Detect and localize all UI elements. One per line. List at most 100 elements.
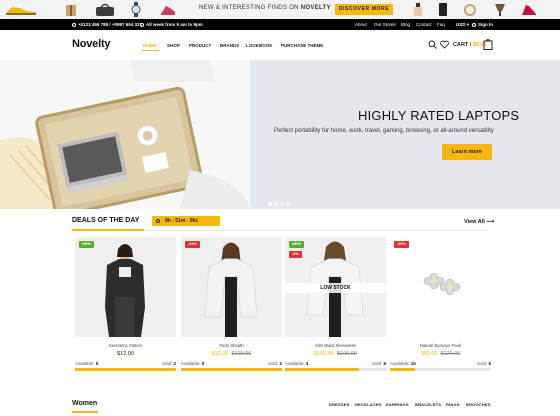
sign-in-link[interactable]: Sign In xyxy=(472,22,493,27)
available-count: Available: 15 xyxy=(390,361,416,366)
tab-earrings[interactable]: EARRINGS xyxy=(386,402,409,407)
product-old-price: $120.00 xyxy=(231,351,252,357)
product-old-price: $120.00 xyxy=(440,351,461,357)
slider-dot-3[interactable] xyxy=(280,202,284,206)
discover-more-button[interactable]: DISCOVER MORE xyxy=(335,4,393,15)
product-old-price: $190.00 xyxy=(337,351,357,357)
nav-active-indicator xyxy=(142,50,159,51)
product-card[interactable]: NEW Geometric Pattern $12.00 Available: … xyxy=(75,237,176,372)
product-current-price: $12.00 xyxy=(211,351,229,357)
sign-in-label: Sign In xyxy=(478,22,493,27)
sold-value: 2 xyxy=(279,361,282,366)
nav-item-home[interactable]: HOME xyxy=(143,43,157,48)
product-name[interactable]: Party Sheath xyxy=(181,343,282,348)
product-price: $12.00 $120.00 xyxy=(181,351,282,357)
topbar-link-about[interactable]: About xyxy=(355,22,367,27)
available-value: 3 xyxy=(305,361,309,366)
arrow-right-icon: ⟶ xyxy=(486,219,495,225)
nav-item-product[interactable]: PRODUCT xyxy=(189,43,211,48)
new-badge: NEW xyxy=(79,241,94,248)
available-label: Available: xyxy=(181,361,201,366)
deal-timer-value: 9h : 51m : 06s xyxy=(165,218,199,224)
clock-icon xyxy=(140,22,144,27)
topbar-link-stores[interactable]: Our Stores xyxy=(374,22,396,27)
sold-value: 2 xyxy=(173,361,176,366)
available-value: 15 xyxy=(410,361,416,366)
slider-dot-1[interactable] xyxy=(268,202,272,206)
sold-count: Sold: 5 xyxy=(477,361,491,366)
nav-item-lookbook[interactable]: LOOKBOOK xyxy=(246,43,273,48)
product-image[interactable]: NEW -8% LOW STOCK xyxy=(285,237,386,337)
product-image[interactable]: -50% xyxy=(390,237,491,337)
woman-white-cape-image xyxy=(204,242,258,337)
shoe-image xyxy=(161,6,175,15)
tab-brooches[interactable]: BROOCHES xyxy=(466,402,491,407)
product-image[interactable]: -54% xyxy=(181,237,282,337)
nav-item-shop[interactable]: SHOP xyxy=(167,43,180,48)
tab-dresses[interactable]: DRESSES xyxy=(329,402,350,407)
site-logo[interactable]: Novelty xyxy=(72,38,111,50)
ring-image xyxy=(464,4,476,16)
nav-item-purchase-theme[interactable]: PURCHASE THEME xyxy=(281,43,323,48)
product-card[interactable]: -54% Party Sheath $12.00 $120.00 Availabl… xyxy=(181,237,282,372)
stock-progress-bar xyxy=(390,368,491,371)
product-price: $12.00 xyxy=(75,351,176,357)
slider-dot-4[interactable] xyxy=(286,202,290,206)
product-current-price: $60.00 xyxy=(420,351,438,357)
watch-image xyxy=(131,2,141,17)
women-title-underline xyxy=(72,411,98,413)
cart-bag-icon[interactable] xyxy=(483,38,493,50)
product-card[interactable]: -50% Natural Baroque Pearl $60.00 $120.00… xyxy=(390,237,491,372)
new-badge: NEW xyxy=(289,241,304,248)
learn-more-button[interactable]: Learn more xyxy=(442,144,492,160)
available-count: Available: 0 xyxy=(181,361,204,366)
topbar-link-blog[interactable]: Blog xyxy=(401,22,410,27)
heels-image xyxy=(522,5,536,15)
hero-title: HIGHLY RATED LAPTOPS xyxy=(358,108,520,123)
view-all-link[interactable]: View All ⟶ xyxy=(464,219,494,225)
heart-icon[interactable] xyxy=(440,40,449,49)
cart-link[interactable]: CART / $0.00 xyxy=(453,42,487,48)
available-label: Available: xyxy=(285,361,305,366)
product-name[interactable]: Slim Waist Sleeveless xyxy=(285,343,386,348)
hero-banner: HIGHLY RATED LAPTOPS Perfect portability… xyxy=(0,60,560,209)
discount-badge: -54% xyxy=(185,241,200,248)
nav-item-brands[interactable]: BRANDS xyxy=(220,43,239,48)
phone-info: +0123 456 789 / +0987 654 321 xyxy=(72,22,142,27)
promo-text-on: ON xyxy=(289,5,299,11)
site-header: Novelty HOME SHOP PRODUCT BRANDS LOOKBOO… xyxy=(0,30,560,60)
top-info-bar: +0123 456 789 / +0987 654 321 All week f… xyxy=(0,19,560,30)
topbar-link-faq[interactable]: Faq xyxy=(437,22,445,27)
product-card[interactable]: NEW -8% LOW STOCK Slim Waist Sleeveless … xyxy=(285,237,386,372)
product-image[interactable]: NEW xyxy=(75,237,176,337)
available-value: 0 xyxy=(95,361,99,366)
user-icon xyxy=(472,22,476,27)
currency-value: USD xyxy=(456,22,466,27)
product-name[interactable]: Geometric Pattern xyxy=(75,343,176,348)
currency-selector[interactable]: USD ▾ xyxy=(456,22,469,28)
product-current-price: $160.00 xyxy=(314,351,334,357)
stock-progress-bar xyxy=(285,368,386,371)
product-current-price: $12.00 xyxy=(117,351,134,357)
sold-count: Sold: 2 xyxy=(162,361,176,366)
cart-label: CART / xyxy=(453,42,472,48)
phone-icon xyxy=(72,22,76,27)
slider-dot-2[interactable] xyxy=(274,202,278,206)
chevron-down-icon: ▾ xyxy=(466,22,470,27)
tab-rings[interactable]: RINGS xyxy=(446,402,460,407)
hours-info: All week from 9 am to 9pm xyxy=(140,22,203,27)
product-price: $160.00 $190.00 xyxy=(285,351,386,357)
hours-text: All week from 9 am to 9pm xyxy=(146,22,203,27)
tab-necklaces[interactable]: NECKLACES xyxy=(355,402,382,407)
promo-text-prefix: NEW & INTERESTING FINDS xyxy=(199,5,290,11)
sold-count: Sold: 8 xyxy=(372,361,386,366)
search-icon[interactable] xyxy=(428,40,437,49)
slider-dots xyxy=(268,193,292,209)
topbar-link-contact[interactable]: Contact xyxy=(416,22,432,27)
deals-title-underline xyxy=(72,229,144,231)
available-value: 0 xyxy=(201,361,205,366)
product-name[interactable]: Natural Baroque Pearl xyxy=(390,343,491,348)
tab-bracelets[interactable]: BRACELETS xyxy=(415,402,441,407)
available-count: Available: 3 xyxy=(285,361,308,366)
stock-progress-bar xyxy=(75,368,176,371)
